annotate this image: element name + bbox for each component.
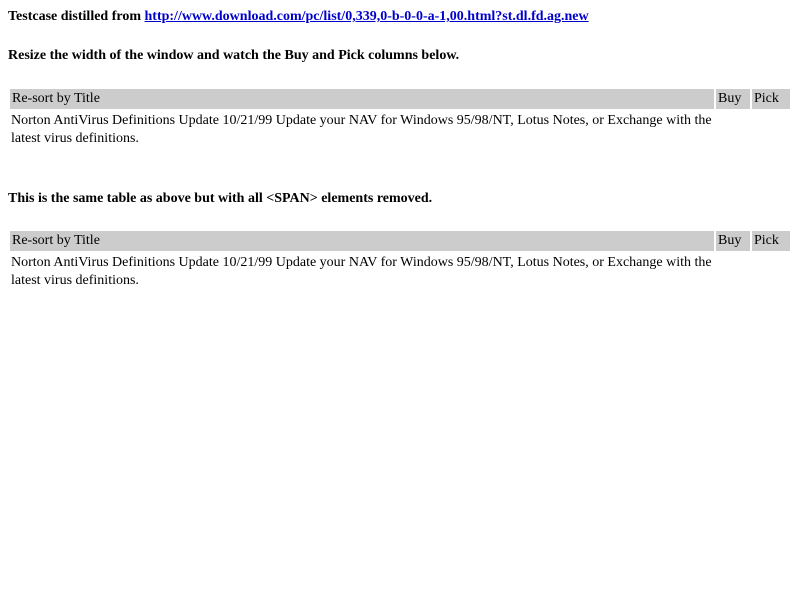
buy-column-header: Buy	[716, 231, 750, 251]
pick-cell	[752, 111, 790, 149]
resort-by-title-header[interactable]: Re-sort by Title	[10, 231, 714, 251]
table-header-row: Re-sort by Title Buy Pick	[10, 231, 790, 251]
pick-column-header: Pick	[752, 89, 790, 109]
product-description: Norton AntiVirus Definitions Update 10/2…	[11, 255, 712, 288]
table-row: Norton AntiVirus Definitions Update 10/2…	[10, 111, 790, 149]
instructions-text: Resize the width of the window and watch…	[8, 48, 460, 63]
table-row: Norton AntiVirus Definitions Update 10/2…	[10, 253, 790, 291]
buy-cell	[716, 111, 750, 149]
pick-cell	[752, 253, 790, 291]
source-link[interactable]: http://www.download.com/pc/list/0,339,0-…	[145, 9, 589, 24]
intro-prefix: Testcase distilled from	[8, 9, 145, 24]
listing-table-without-spans: Re-sort by Title Buy Pick Norton AntiVir…	[8, 229, 792, 293]
same-table-note: This is the same table as above but with…	[8, 191, 433, 206]
buy-column-header: Buy	[716, 89, 750, 109]
resort-by-title-header[interactable]: Re-sort by Title	[10, 89, 714, 109]
pick-column-header: Pick	[752, 231, 790, 251]
product-description: Norton AntiVirus Definitions Update 10/2…	[11, 113, 712, 146]
table-header-row: Re-sort by Title Buy Pick	[10, 89, 790, 109]
testcase-intro: Testcase distilled from http://www.downl…	[8, 8, 589, 26]
buy-cell	[716, 253, 750, 291]
listing-table-with-spans: Re-sort by Title Buy Pick Norton AntiVir…	[8, 87, 792, 151]
